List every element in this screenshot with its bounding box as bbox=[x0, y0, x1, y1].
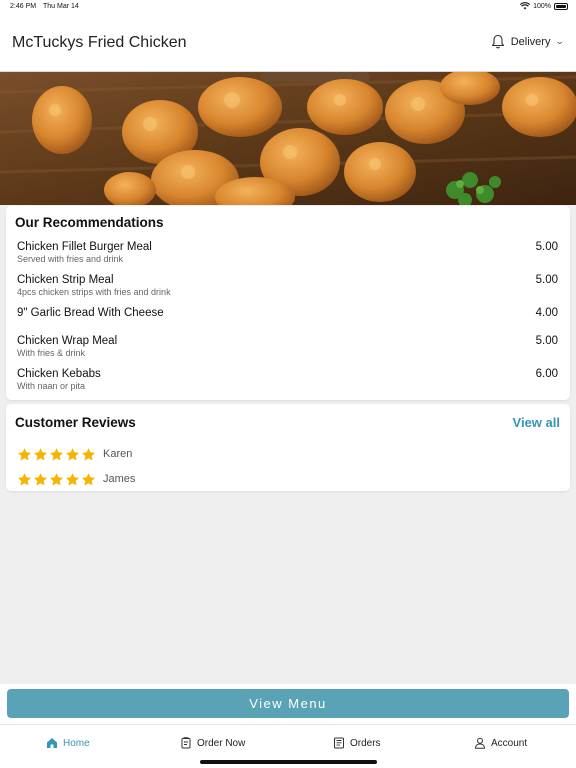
tab-label[interactable]: Orders bbox=[350, 738, 381, 749]
menu-item[interactable]: Chicken Wrap Meal With fries & drink 5.0… bbox=[17, 335, 558, 358]
menu-item[interactable]: Chicken Kebabs With naan or pita 6.00 bbox=[17, 368, 558, 391]
star-icon bbox=[34, 447, 47, 460]
wifi-icon bbox=[520, 2, 531, 10]
view-menu-bar: View Menu bbox=[0, 684, 576, 724]
tab-order-now[interactable]: Order Now bbox=[180, 737, 245, 749]
delivery-selector[interactable]: Delivery ⌄ bbox=[491, 34, 565, 49]
hero-food-image bbox=[0, 72, 576, 205]
customer-reviews-card: Customer Reviews View all Karen James bbox=[6, 404, 570, 491]
status-indicators: 100% bbox=[520, 2, 568, 10]
menu-item[interactable]: 9" Garlic Bread With Cheese 4.00 bbox=[17, 307, 558, 319]
item-name[interactable]: Chicken Strip Meal bbox=[17, 274, 558, 286]
delivery-label[interactable]: Delivery bbox=[511, 36, 551, 48]
home-indicator bbox=[200, 760, 377, 764]
tab-account[interactable]: Account bbox=[474, 737, 527, 749]
fried-chicken-image bbox=[0, 72, 576, 205]
star-icon bbox=[18, 472, 31, 485]
item-price: 5.00 bbox=[535, 274, 558, 286]
star-icon bbox=[82, 472, 95, 485]
view-all-reviews-link[interactable]: View all bbox=[513, 415, 560, 430]
star-icon bbox=[82, 447, 95, 460]
menu-item[interactable]: Chicken Strip Meal 4pcs chicken strips w… bbox=[17, 274, 558, 297]
item-description: With naan or pita bbox=[17, 381, 86, 391]
item-description: With fries & drink bbox=[17, 348, 86, 358]
restaurant-title: McTuckys Fried Chicken bbox=[12, 34, 187, 51]
person-icon[interactable] bbox=[474, 737, 486, 749]
item-name[interactable]: Chicken Wrap Meal bbox=[17, 335, 558, 347]
battery-icon bbox=[554, 2, 568, 10]
view-menu-button[interactable]: View Menu bbox=[7, 689, 569, 718]
app-header: McTuckys Fried Chicken Delivery ⌄ bbox=[0, 14, 576, 72]
item-price: 5.00 bbox=[535, 241, 558, 253]
star-icon bbox=[50, 472, 63, 485]
status-time: 2:46 PM bbox=[10, 3, 37, 10]
order-icon[interactable] bbox=[180, 737, 192, 749]
item-price: 5.00 bbox=[535, 335, 558, 347]
review-row: Karen bbox=[17, 446, 132, 462]
chevron-down-icon[interactable]: ⌄ bbox=[555, 36, 565, 47]
tab-label[interactable]: Home bbox=[63, 738, 90, 749]
item-description: Served with fries and drink bbox=[17, 254, 124, 264]
star-icon bbox=[50, 447, 63, 460]
review-row: James bbox=[17, 471, 135, 487]
status-bar: 2:46 PM Thu Mar 14 100% bbox=[0, 0, 576, 14]
item-price: 6.00 bbox=[535, 368, 558, 380]
recommendations-title: Our Recommendations bbox=[15, 215, 164, 230]
recommendations-card: Our Recommendations Chicken Fillet Burge… bbox=[6, 206, 570, 400]
menu-item[interactable]: Chicken Fillet Burger Meal Served with f… bbox=[17, 241, 558, 264]
tab-label[interactable]: Account bbox=[491, 738, 527, 749]
bottom-tab-bar: Home Order Now Orders Account bbox=[0, 724, 576, 768]
star-icon bbox=[66, 447, 79, 460]
item-name[interactable]: Chicken Fillet Burger Meal bbox=[17, 241, 558, 253]
home-icon[interactable] bbox=[46, 737, 58, 749]
tab-home[interactable]: Home bbox=[46, 737, 90, 749]
tab-orders[interactable]: Orders bbox=[333, 737, 381, 749]
battery-percent: 100% bbox=[533, 2, 551, 10]
status-date: Thu Mar 14 bbox=[43, 3, 79, 10]
star-icon bbox=[34, 472, 47, 485]
star-icon bbox=[66, 472, 79, 485]
star-rating bbox=[17, 472, 96, 487]
item-description: 4pcs chicken strips with fries and drink bbox=[17, 287, 171, 297]
star-icon bbox=[18, 447, 31, 460]
star-rating bbox=[17, 447, 96, 462]
item-name[interactable]: Chicken Kebabs bbox=[17, 368, 558, 380]
tab-label[interactable]: Order Now bbox=[197, 738, 245, 749]
bell-icon[interactable] bbox=[491, 34, 505, 49]
reviewer-name: James bbox=[103, 473, 136, 485]
receipt-icon[interactable] bbox=[333, 737, 345, 749]
reviewer-name: Karen bbox=[103, 448, 133, 460]
item-name[interactable]: 9" Garlic Bread With Cheese bbox=[17, 307, 558, 319]
reviews-title: Customer Reviews bbox=[15, 415, 136, 430]
item-price: 4.00 bbox=[535, 307, 558, 319]
